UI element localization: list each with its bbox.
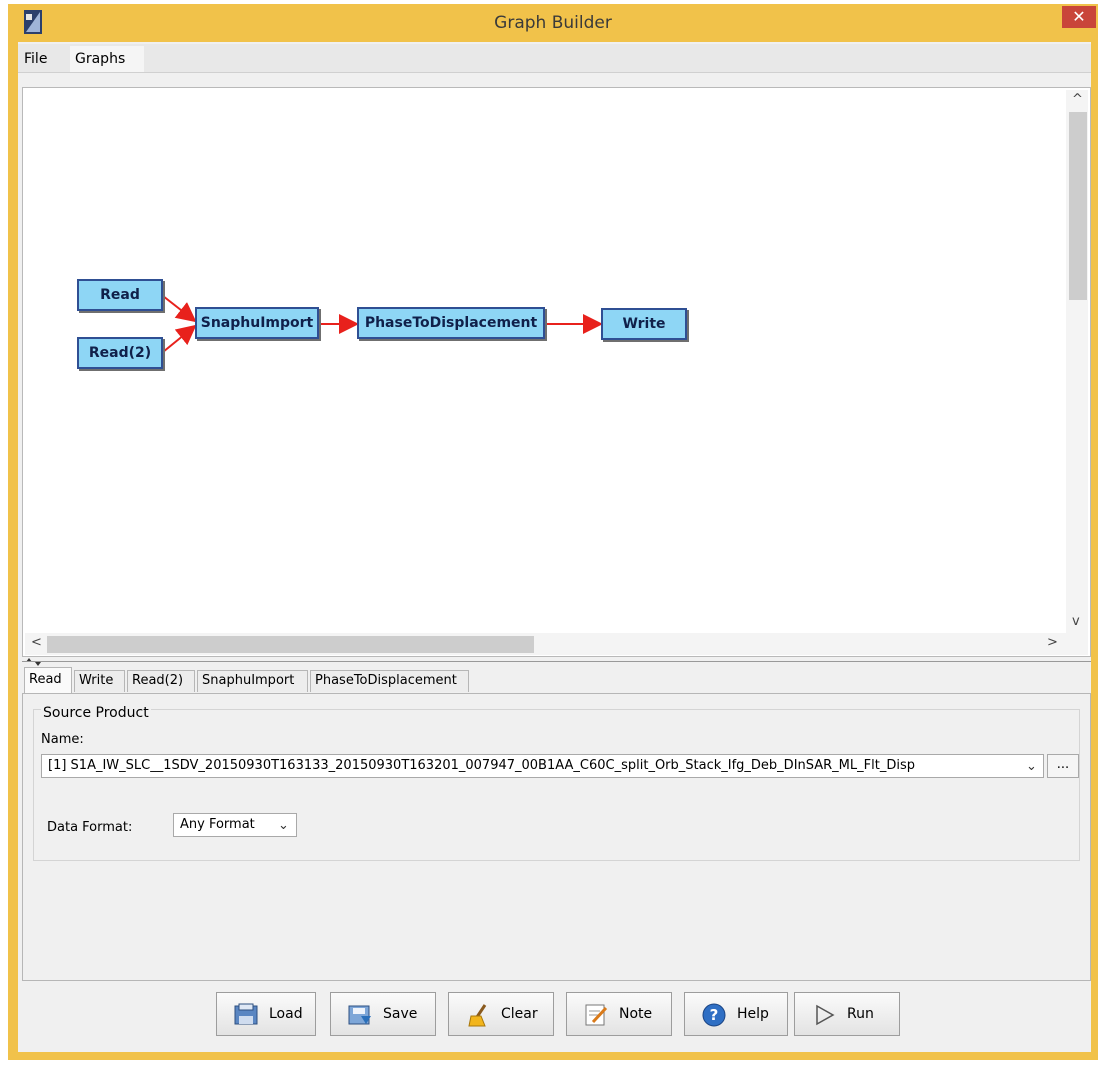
vertical-scroll-thumb[interactable] bbox=[1069, 112, 1087, 300]
graph-area[interactable]: Read Read(2) SnaphuImport PhaseToDisplac… bbox=[23, 88, 1063, 628]
tab-write[interactable]: Write bbox=[74, 670, 125, 692]
tab-bar: Read Write Read(2) SnaphuImport PhaseToD… bbox=[22, 667, 1091, 693]
node-read-2[interactable]: Read(2) bbox=[77, 337, 163, 369]
tab-read[interactable]: Read bbox=[24, 667, 72, 693]
note-icon bbox=[585, 1004, 608, 1026]
help-button[interactable]: ? Help bbox=[684, 992, 788, 1036]
split-line bbox=[22, 661, 1091, 662]
scroll-left-icon[interactable]: < bbox=[31, 635, 42, 650]
edge-read2-snaphu bbox=[162, 324, 197, 353]
graph-builder-window: Graph Builder ✕ File Graphs Read Read(2)… bbox=[8, 4, 1098, 1060]
load-button[interactable]: Load bbox=[216, 992, 316, 1036]
run-label: Run bbox=[847, 1006, 874, 1022]
horizontal-scrollbar[interactable]: < > bbox=[25, 633, 1066, 655]
source-product-value: [1] S1A_IW_SLC__1SDV_20150930T163133_201… bbox=[48, 758, 915, 773]
clear-button[interactable]: Clear bbox=[448, 992, 554, 1036]
menu-graphs[interactable]: Graphs bbox=[75, 51, 125, 67]
horizontal-scroll-thumb[interactable] bbox=[47, 636, 534, 653]
tab-read-2[interactable]: Read(2) bbox=[127, 670, 195, 692]
split-pane-divider[interactable] bbox=[22, 657, 1091, 667]
graph-canvas[interactable]: Read Read(2) SnaphuImport PhaseToDisplac… bbox=[22, 87, 1091, 657]
data-format-label: Data Format: bbox=[47, 820, 133, 835]
node-phase-to-displacement[interactable]: PhaseToDisplacement bbox=[357, 307, 545, 339]
window-title: Graph Builder bbox=[494, 13, 612, 33]
browse-button[interactable]: ... bbox=[1047, 754, 1079, 778]
data-format-select[interactable]: Any Format ⌄ bbox=[173, 813, 297, 837]
graph-edges bbox=[162, 295, 603, 353]
name-label: Name: bbox=[41, 732, 84, 747]
note-label: Note bbox=[619, 1006, 653, 1022]
node-write[interactable]: Write bbox=[601, 308, 687, 340]
load-icon bbox=[234, 1003, 258, 1025]
save-label: Save bbox=[383, 1006, 418, 1022]
help-label: Help bbox=[737, 1006, 769, 1022]
save-icon bbox=[348, 1005, 371, 1025]
title-bar[interactable]: Graph Builder ✕ bbox=[8, 4, 1098, 42]
note-button[interactable]: Note bbox=[566, 992, 672, 1036]
close-button[interactable]: ✕ bbox=[1062, 6, 1096, 28]
clear-label: Clear bbox=[501, 1006, 538, 1022]
chevron-down-icon[interactable]: ⌄ bbox=[1026, 756, 1037, 777]
save-button[interactable]: Save bbox=[330, 992, 436, 1036]
edge-read-snaphu bbox=[162, 295, 197, 323]
chevron-down-icon[interactable]: ⌄ bbox=[278, 815, 289, 836]
tab-phase-to-displacement[interactable]: PhaseToDisplacement bbox=[310, 670, 469, 692]
tab-snaphu-import[interactable]: SnaphuImport bbox=[197, 670, 308, 692]
run-button[interactable]: Run bbox=[794, 992, 900, 1036]
load-label: Load bbox=[269, 1006, 303, 1022]
scroll-up-icon[interactable]: ^ bbox=[1072, 92, 1083, 107]
menu-bar: File Graphs bbox=[18, 44, 1091, 73]
play-icon bbox=[816, 1004, 835, 1026]
client-area: File Graphs Read Read(2) SnaphuImport Ph… bbox=[18, 42, 1091, 1052]
menu-file[interactable]: File bbox=[24, 51, 47, 67]
splitter-arrows-icon[interactable] bbox=[24, 657, 44, 667]
scroll-down-icon[interactable]: v bbox=[1072, 614, 1080, 629]
node-snaphu-import[interactable]: SnaphuImport bbox=[195, 307, 319, 339]
tab-panel-read: Source Product Name: [1] S1A_IW_SLC__1SD… bbox=[22, 693, 1091, 981]
vertical-scrollbar[interactable]: ^ v bbox=[1066, 90, 1088, 634]
source-product-title: Source Product bbox=[41, 705, 151, 721]
help-icon: ? bbox=[702, 1003, 726, 1027]
data-format-value: Any Format bbox=[180, 817, 255, 832]
node-read[interactable]: Read bbox=[77, 279, 163, 311]
broom-icon bbox=[468, 1004, 487, 1027]
scroll-corner bbox=[1066, 633, 1088, 655]
source-product-select[interactable]: [1] S1A_IW_SLC__1SDV_20150930T163133_201… bbox=[41, 754, 1044, 778]
svg-text:?: ? bbox=[710, 1006, 719, 1024]
source-product-group bbox=[33, 709, 1080, 861]
scroll-right-icon[interactable]: > bbox=[1047, 635, 1058, 650]
